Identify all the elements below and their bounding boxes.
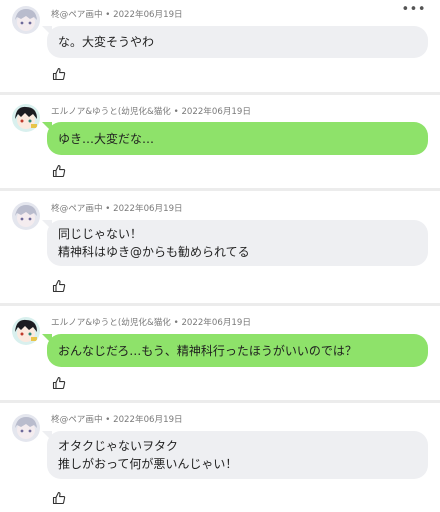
post-card: 柊@ペア画中 • 2022年06月19日 ••• な。大変そうやわ (0, 0, 440, 92)
post-meta: 柊@ペア画中 • 2022年06月19日 (51, 202, 183, 214)
avatar[interactable] (12, 414, 40, 442)
post-meta: 柊@ペア画中 • 2022年06月19日 (51, 8, 183, 20)
post-card: 柊@ペア画中 • 2022年06月19日 オタクじゃないヲタク 推しがおって何が… (0, 403, 440, 512)
meta-separator: • (102, 204, 114, 214)
message-bubble: ゆき…大変だな… (42, 122, 428, 155)
message-line: ゆき…大変だな… (58, 131, 155, 146)
author-name[interactable]: エルノア&ゆうと(幼児化&猫化 (51, 318, 171, 328)
avatar[interactable] (12, 317, 40, 345)
avatar[interactable] (12, 202, 40, 230)
post-date: 2022年06月19日 (181, 107, 251, 117)
post-meta: エルノア&ゆうと(幼児化&猫化 • 2022年06月19日 (51, 316, 251, 328)
bubble-tail (42, 334, 52, 344)
post-meta: 柊@ペア画中 • 2022年06月19日 (51, 413, 183, 425)
gray-hair-avatar-icon (12, 414, 40, 442)
avatar[interactable] (12, 104, 40, 132)
meta-separator: • (102, 10, 114, 20)
message-line: 精神科はゆき@からも勧められてる (58, 245, 250, 259)
message-bubble: 同じじゃない！ 精神科はゆき@からも勧められてる (42, 220, 428, 266)
post-card: 柊@ペア画中 • 2022年06月19日 同じじゃない！ 精神科はゆき@からも勧… (0, 191, 440, 303)
message-line: 同じじゃない！ (58, 227, 143, 241)
meta-separator: • (102, 415, 114, 425)
message-line: おんなじだろ…もう、精神科行ったほうがいいのでは？ (58, 343, 357, 358)
bubble-tail (42, 122, 52, 132)
thumbs-up-icon[interactable] (52, 376, 66, 390)
thumbs-up-icon[interactable] (52, 279, 66, 293)
thumbs-up-icon[interactable] (52, 164, 66, 178)
post-date: 2022年06月19日 (113, 204, 183, 214)
dark-hair-avatar-icon (12, 104, 40, 132)
thumbs-up-icon[interactable] (52, 491, 66, 505)
thumbs-up-icon[interactable] (52, 67, 66, 81)
meta-separator: • (170, 318, 182, 328)
message-bubble: な。大変そうやわ (42, 26, 428, 58)
message-line: な。大変そうやわ (58, 35, 155, 49)
post-meta: エルノア&ゆうと(幼児化&猫化 • 2022年06月19日 (51, 105, 251, 117)
message-bubble: おんなじだろ…もう、精神科行ったほうがいいのでは？ (42, 334, 428, 367)
dark-hair-avatar-icon (12, 317, 40, 345)
post-card: エルノア&ゆうと(幼児化&猫化 • 2022年06月19日 ゆき…大変だな… (0, 95, 440, 188)
more-options-icon[interactable]: ••• (401, 2, 426, 17)
bubble-tail (42, 220, 52, 230)
gray-hair-avatar-icon (12, 6, 40, 34)
gray-hair-avatar-icon (12, 202, 40, 230)
meta-separator: • (170, 107, 182, 117)
avatar[interactable] (12, 6, 40, 34)
message-line: オタクじゃないヲタク (58, 439, 179, 453)
author-name[interactable]: 柊@ペア画中 (51, 10, 103, 20)
post-date: 2022年06月19日 (113, 10, 183, 20)
post-card: エルノア&ゆうと(幼児化&猫化 • 2022年06月19日 おんなじだろ…もう、… (0, 306, 440, 400)
author-name[interactable]: 柊@ペア画中 (51, 415, 103, 425)
bubble-tail (42, 26, 52, 36)
bubble-tail (42, 431, 52, 441)
author-name[interactable]: エルノア&ゆうと(幼児化&猫化 (51, 107, 171, 117)
message-bubble: オタクじゃないヲタク 推しがおって何が悪いんじゃい！ (42, 431, 428, 479)
author-name[interactable]: 柊@ペア画中 (51, 204, 103, 214)
message-line: 推しがおって何が悪いんじゃい！ (58, 457, 238, 471)
post-date: 2022年06月19日 (181, 318, 251, 328)
post-date: 2022年06月19日 (113, 415, 183, 425)
